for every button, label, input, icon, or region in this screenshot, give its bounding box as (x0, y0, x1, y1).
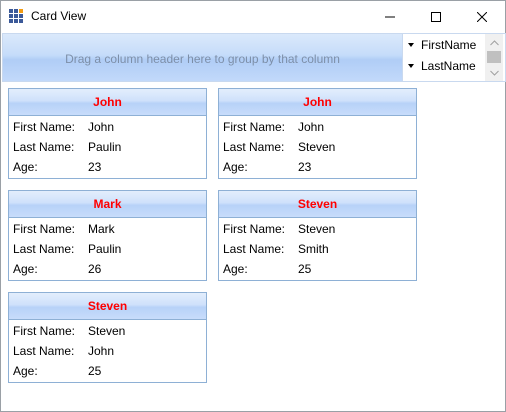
chevron-up-icon (489, 39, 499, 45)
card[interactable]: Mark First Name: Mark Last Name: Paulin … (8, 190, 207, 281)
field-row-last-name: Last Name: Steven (223, 140, 413, 160)
field-value: Steven (298, 222, 336, 236)
field-label: Age: (13, 160, 38, 174)
field-value: Smith (298, 242, 329, 256)
field-value: Mark (88, 222, 115, 236)
field-value: Steven (298, 140, 336, 154)
chevron-down-icon (489, 70, 499, 76)
card-title: John (303, 95, 332, 109)
field-row-last-name: Last Name: John (13, 344, 203, 364)
field-value: 26 (88, 262, 102, 276)
field-row-age: Age: 25 (13, 364, 203, 384)
card-header[interactable]: John (219, 89, 416, 116)
field-label: First Name: (13, 120, 76, 134)
card-view-window: Card View Drag a column header here to g… (0, 0, 506, 412)
close-icon (477, 11, 487, 22)
field-value: Paulin (88, 242, 122, 256)
field-row-last-name: Last Name: Smith (223, 242, 413, 262)
scroll-thumb[interactable] (487, 51, 501, 63)
maximize-icon (431, 11, 441, 22)
field-row-first-name: First Name: Steven (223, 222, 413, 242)
minimize-icon (385, 16, 395, 17)
field-label: Age: (223, 160, 248, 174)
card-title: Mark (93, 197, 122, 211)
close-button[interactable] (459, 1, 505, 32)
field-label: Age: (13, 262, 38, 276)
field-row-first-name: First Name: Mark (13, 222, 203, 242)
card-header[interactable]: Steven (219, 191, 416, 218)
field-value: John (88, 120, 115, 134)
card[interactable]: Steven First Name: Steven Last Name: Joh… (8, 292, 207, 383)
field-label: First Name: (223, 120, 286, 134)
field-row-first-name: First Name: John (223, 120, 413, 140)
field-label: Age: (223, 262, 248, 276)
card-title: Steven (87, 299, 128, 313)
field-row-first-name: First Name: John (13, 120, 203, 140)
card-title: Steven (297, 197, 338, 211)
field-row-age: Age: 23 (223, 160, 413, 180)
field-value: 23 (88, 160, 102, 174)
field-value: 23 (298, 160, 312, 174)
field-label: First Name: (223, 222, 286, 236)
sort-panel-scrollbar[interactable] (485, 34, 503, 81)
card-header[interactable]: Steven (9, 293, 206, 320)
field-row-last-name: Last Name: Paulin (13, 242, 203, 262)
card-header[interactable]: Mark (9, 191, 206, 218)
group-by-hint: Drag a column header here to group by th… (65, 52, 340, 66)
grid-app-icon (9, 9, 23, 23)
card[interactable]: John First Name: John Last Name: Paulin … (8, 88, 207, 179)
field-value: Paulin (88, 140, 122, 154)
field-label: Last Name: (13, 140, 75, 154)
field-label: First Name: (13, 324, 76, 338)
field-row-age: Age: 26 (13, 262, 203, 282)
group-by-panel[interactable]: Drag a column header here to group by th… (2, 33, 403, 82)
field-value: 25 (88, 364, 102, 378)
field-value: Steven (88, 324, 126, 338)
field-label: Age: (13, 364, 38, 378)
sort-field-label: LastName (421, 59, 476, 73)
sort-field-label: FirstName (421, 38, 477, 52)
card[interactable]: Steven First Name: Steven Last Name: Smi… (218, 190, 417, 281)
card-header[interactable]: John (9, 89, 206, 116)
sort-field-lastname[interactable]: LastName (405, 58, 483, 76)
minimize-button[interactable] (367, 1, 413, 32)
sort-descending-arrow-icon (408, 64, 414, 68)
maximize-button[interactable] (413, 1, 459, 32)
field-label: First Name: (13, 222, 76, 236)
field-row-last-name: Last Name: Paulin (13, 140, 203, 160)
card-title: John (93, 95, 122, 109)
field-value: John (88, 344, 115, 358)
field-value: 25 (298, 262, 312, 276)
sort-field-firstname[interactable]: FirstName (405, 37, 483, 55)
card[interactable]: John First Name: John Last Name: Steven … (218, 88, 417, 179)
field-row-first-name: First Name: Steven (13, 324, 203, 344)
field-value: John (298, 120, 325, 134)
field-row-age: Age: 25 (223, 262, 413, 282)
scroll-up-button[interactable] (485, 35, 503, 50)
sort-descending-arrow-icon (408, 43, 414, 47)
field-label: Last Name: (223, 242, 285, 256)
window-title: Card View (31, 9, 87, 23)
title-bar[interactable]: Card View (1, 1, 505, 32)
field-row-age: Age: 23 (13, 160, 203, 180)
field-label: Last Name: (13, 344, 75, 358)
scroll-down-button[interactable] (485, 65, 503, 80)
field-label: Last Name: (223, 140, 285, 154)
field-label: Last Name: (13, 242, 75, 256)
sort-fields-panel: FirstName LastName (402, 33, 506, 82)
